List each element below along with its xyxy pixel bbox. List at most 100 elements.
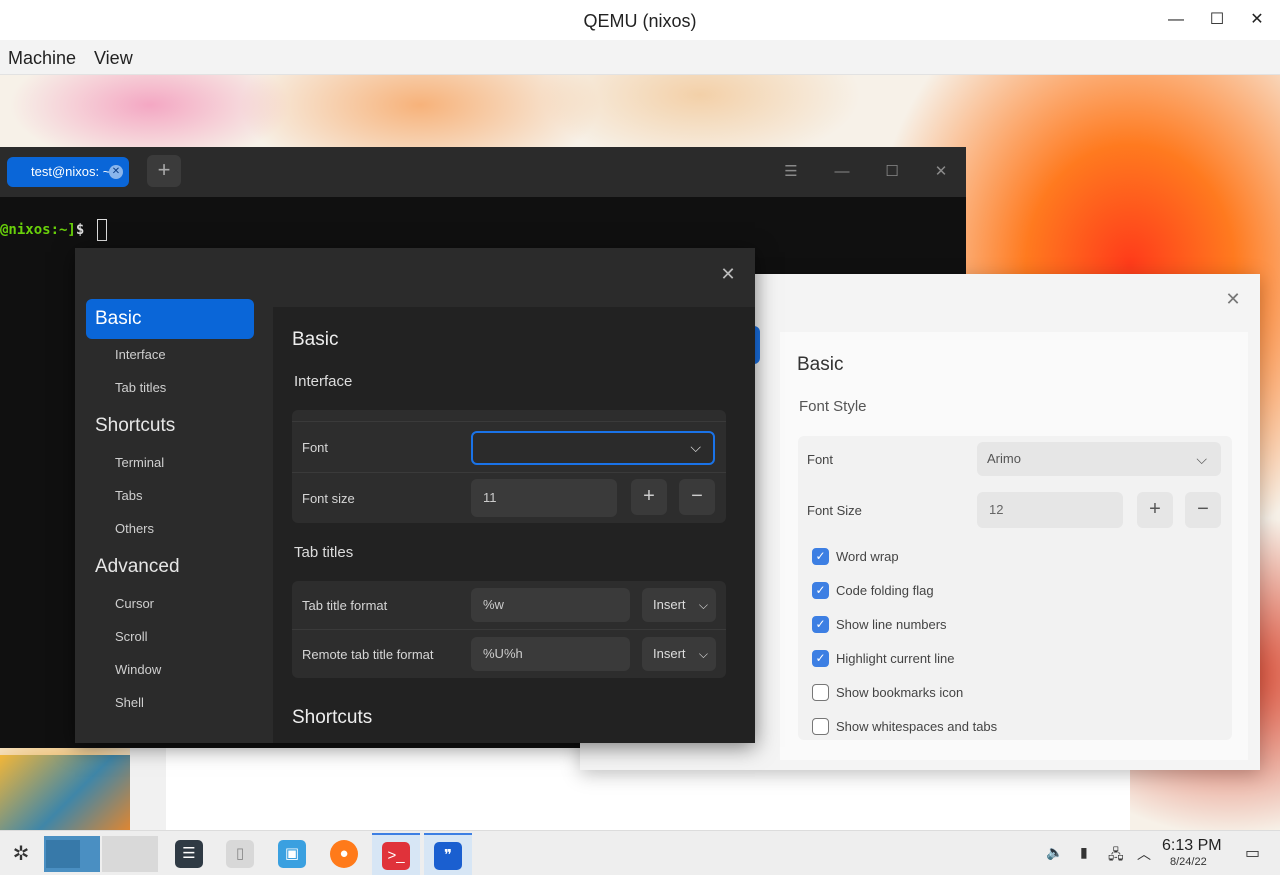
menubar: Machine View [0,40,1280,75]
decrease-button[interactable]: − [679,479,715,515]
font-label: Font [302,440,329,455]
prompt-symbol: $ [75,222,85,238]
editor-icon: ❞ [434,842,462,870]
guest-desktop: test@nixos: ~ ✕ + ☰ — ☐ ✕ @nixos:~]$ ✕ B… [0,75,1280,830]
light-font-size-label: Font Size [807,503,862,518]
maximize-icon[interactable]: ☐ [1205,8,1229,32]
light-section-title: Font Style [799,398,867,415]
shell-prompt: @nixos:~]$ [0,222,84,238]
virtual-desktop-2[interactable] [102,836,158,872]
checkbox-box[interactable] [812,718,829,735]
settings-icon: ☰ [175,840,203,868]
check-icon[interactable]: ✓ [812,548,829,565]
window-title: QEMU (nixos) [583,11,697,31]
nav-tabs[interactable]: Tabs [115,488,142,503]
terminal-cursor [97,219,107,241]
insert-label: Insert [653,597,686,612]
close-icon[interactable]: ✕ [1245,8,1269,32]
tab-titles-card: Tab title format %w Insert ⌵ Remote tab … [292,581,726,678]
remote-tab-title-format-input[interactable]: %U%h [471,637,630,671]
terminal-tab[interactable]: test@nixos: ~ ✕ [7,157,129,187]
menu-machine[interactable]: Machine [8,48,76,69]
nav-window[interactable]: Window [115,662,161,677]
task-editor[interactable]: ❞ [424,833,472,875]
new-tab-button[interactable]: + [147,155,181,187]
nav-advanced[interactable]: Advanced [95,556,180,578]
clock-date[interactable]: 8/24/22 [1170,856,1207,868]
dark-heading: Basic [292,329,339,350]
task-settings[interactable]: ☰ [165,833,213,875]
checkbox-label: Show line numbers [836,617,947,632]
volume-icon[interactable]: 🔈 [1046,844,1063,861]
increase-button[interactable]: + [631,479,667,515]
nav-others[interactable]: Others [115,521,154,536]
archive-icon: ▣ [278,840,306,868]
terminal-settings-panel: Basic Interface Font ⌵ Font size 11 + − … [273,307,755,743]
show-desktop-icon[interactable]: ▭ [1245,843,1260,863]
check-icon[interactable]: ✓ [812,650,829,667]
shortcuts-section-title: Shortcuts [292,707,373,728]
tab-close-icon[interactable]: ✕ [109,165,123,179]
task-archive[interactable]: ▣ [268,833,316,875]
nav-shortcuts[interactable]: Shortcuts [95,415,175,437]
chevron-down-icon: ⌵ [690,439,701,455]
taskbar: ✲ ☰ ▯ ▣ ● >_ ❞ 🔈 ▮ 🖧 ︿ 6:13 PM 8/24/22 ▭ [0,830,1280,875]
font-style-card: Font Arimo ⌵ Font Size 12 + − ✓ Word wra… [798,436,1232,740]
clock-time[interactable]: 6:13 PM [1162,837,1222,855]
nav-scroll[interactable]: Scroll [115,629,148,644]
light-heading: Basic [797,354,844,375]
check-icon[interactable]: ✓ [812,616,829,633]
divider [292,472,726,473]
font-size-input[interactable]: 11 [471,479,617,517]
chevron-up-icon[interactable]: ︿ [1137,844,1151,864]
divider [292,629,726,630]
chevron-down-icon: ⌵ [698,647,708,661]
task-terminal[interactable]: >_ [372,833,420,875]
terminal-minimize-icon[interactable]: — [831,161,853,183]
task-files[interactable]: ▯ [216,833,264,875]
menu-icon[interactable]: ☰ [780,161,802,183]
nav-cursor[interactable]: Cursor [115,596,154,611]
nav-tab-titles[interactable]: Tab titles [115,380,166,395]
terminal-close-icon[interactable]: ✕ [930,161,952,183]
nav-interface[interactable]: Interface [115,347,166,362]
insert-dropdown[interactable]: Insert ⌵ [642,637,716,671]
tab-title-format-label: Tab title format [302,598,388,613]
prompt-host: @nixos:~] [0,222,76,238]
virtual-desktop-1[interactable] [44,836,100,872]
usb-icon[interactable]: ▮ [1080,844,1088,861]
check-icon[interactable]: ✓ [812,582,829,599]
tab-title-format-input[interactable]: %w [471,588,630,622]
menu-view[interactable]: View [94,48,133,69]
chevron-down-icon: ⌵ [698,598,708,612]
minimize-icon[interactable]: — [1164,8,1188,32]
light-dialog-close-icon[interactable]: ✕ [1224,290,1242,308]
terminal-maximize-icon[interactable]: ☐ [881,161,903,183]
insert-label: Insert [653,646,686,661]
font-select[interactable]: ⌵ [471,431,715,465]
checkbox-box[interactable] [812,684,829,701]
font-size-label: Font size [302,491,355,506]
checkbox-label: Code folding flag [836,583,934,598]
chevron-down-icon: ⌵ [1196,451,1207,467]
qemu-titlebar: QEMU (nixos) — ☐ ✕ [0,0,1280,40]
dark-dialog-close-icon[interactable]: ✕ [719,265,737,283]
app-launcher-icon[interactable]: ✲ [8,841,34,867]
checkbox-label: Highlight current line [836,651,955,666]
light-font-size-input[interactable]: 12 [977,492,1123,528]
light-increase-button[interactable]: + [1137,492,1173,528]
light-decrease-button[interactable]: − [1185,492,1221,528]
terminal-tab-label: test@nixos: ~ [31,164,111,179]
light-font-value: Arimo [987,451,1021,466]
network-icon[interactable]: 🖧 [1108,844,1124,868]
nav-basic[interactable]: Basic [86,299,254,339]
task-firefox[interactable]: ● [320,833,368,875]
light-font-label: Font [807,452,834,467]
editor-settings-panel: Basic Font Style Font Arimo ⌵ Font Size … [780,332,1248,760]
insert-dropdown[interactable]: Insert ⌵ [642,588,716,622]
nav-terminal[interactable]: Terminal [115,455,164,470]
light-font-select[interactable]: Arimo ⌵ [977,442,1221,476]
settings-nav: Basic Interface Tab titles Shortcuts Ter… [75,298,265,743]
firefox-icon: ● [330,840,358,868]
nav-shell[interactable]: Shell [115,695,144,710]
